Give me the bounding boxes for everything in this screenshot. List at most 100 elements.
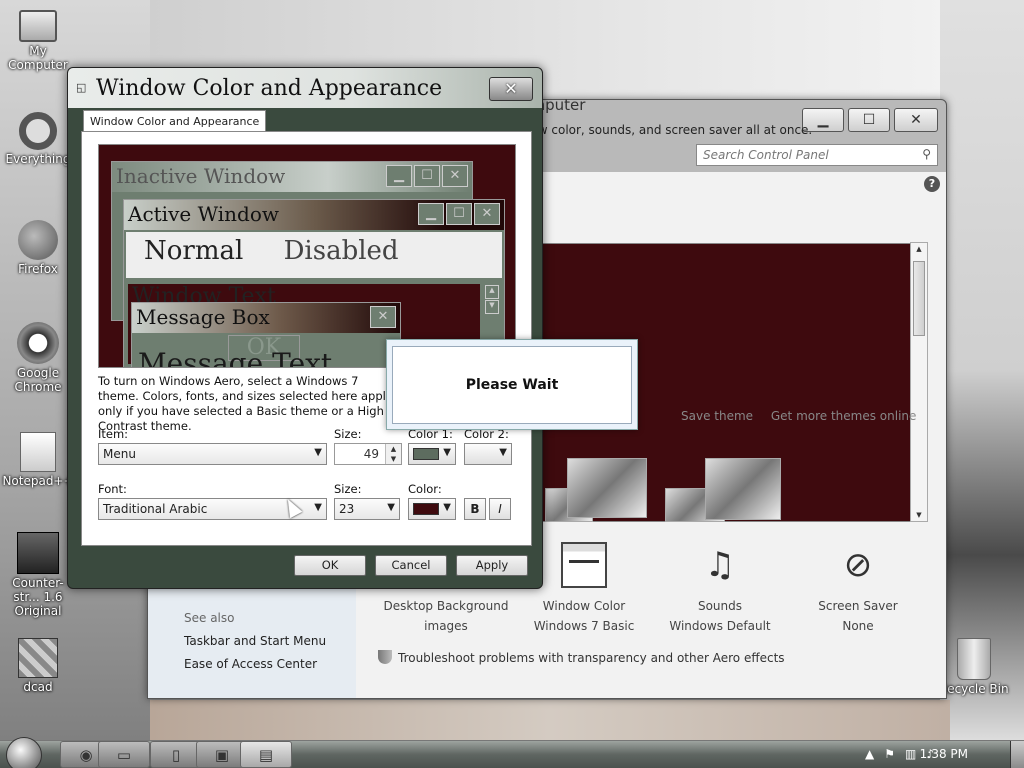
taskbar-start-menu-link[interactable]: Taskbar and Start Menu xyxy=(184,634,326,648)
sounds-option[interactable]: ♫ Sounds Windows Default xyxy=(650,540,790,636)
search-icon: ⚲ xyxy=(922,147,931,161)
message-box-text: Message Box xyxy=(136,305,270,329)
option-name: Sounds xyxy=(697,599,743,613)
maximize-button[interactable]: ☐ xyxy=(848,108,890,132)
font-size-select[interactable]: 23 ▼ xyxy=(334,498,400,520)
theme-links: Save theme Get more themes online xyxy=(681,409,930,423)
option-value: images xyxy=(424,619,468,633)
scroll-up-icon: ▲ xyxy=(485,285,499,299)
desktop-icon-label: Notepad++ xyxy=(2,474,74,488)
scroll-up-icon[interactable]: ▲ xyxy=(913,245,925,253)
chevron-down-icon: ▼ xyxy=(443,502,451,513)
desktop-icon-dcad[interactable]: dcad xyxy=(0,638,76,694)
color1-swatch xyxy=(413,448,439,460)
get-more-themes-link[interactable]: Get more themes online xyxy=(771,409,917,423)
tab-window-color[interactable]: Window Color and Appearance xyxy=(83,110,267,132)
cancel-button[interactable]: Cancel xyxy=(375,555,447,576)
color1-picker[interactable]: ▼ xyxy=(408,443,456,465)
folder-icon: ▭ xyxy=(116,745,132,764)
ok-button[interactable]: OK xyxy=(294,555,366,576)
desktop-icon-label: My Computer xyxy=(8,44,68,72)
desktop-icon-my-computer[interactable]: My Computer xyxy=(0,10,76,72)
chevron-up-icon[interactable]: ▲ xyxy=(386,444,401,454)
tray-expand-icon[interactable]: ▲ xyxy=(865,747,874,761)
dialog-title: Window Color and Appearance xyxy=(96,76,443,101)
minimize-icon: ▁ xyxy=(386,165,412,187)
option-name: Screen Saver xyxy=(818,599,898,613)
desktop-icon-label: Counter-str... 1.6 Original xyxy=(12,576,64,618)
stepper-arrows[interactable]: ▲ ▼ xyxy=(385,444,401,464)
please-wait-dialog: Please Wait xyxy=(386,339,638,430)
help-icon[interactable]: ? xyxy=(924,176,940,192)
chevron-down-icon: ▼ xyxy=(499,447,507,458)
action-center-icon[interactable]: ⚑ xyxy=(884,747,895,761)
item-size-stepper[interactable]: 49 ▲ ▼ xyxy=(334,443,402,465)
network-icon[interactable]: ▥ xyxy=(905,747,916,761)
desktop-icon-label: Google Chrome xyxy=(14,366,62,394)
maximize-icon: ☐ xyxy=(446,203,472,225)
bold-button[interactable]: B xyxy=(464,498,486,520)
scroll-down-icon[interactable]: ▼ xyxy=(913,511,925,519)
theme-thumbnail[interactable] xyxy=(567,458,647,518)
desktop-icon-recycle-bin[interactable]: Recycle Bin xyxy=(936,638,1012,696)
item-size-value: 49 xyxy=(363,447,379,461)
dialog-close-button[interactable]: ✕ xyxy=(489,77,533,101)
desktop-icon-notepad[interactable]: Notepad++ xyxy=(0,432,76,488)
apply-button[interactable]: Apply xyxy=(456,555,528,576)
preview-menu-bar[interactable]: Normal Disabled xyxy=(126,232,502,278)
app-icon: ▣ xyxy=(214,745,230,764)
scroll-down-icon: ▼ xyxy=(485,300,499,314)
font-value: Traditional Arabic xyxy=(103,502,208,516)
aero-description: To turn on Windows Aero, select a Window… xyxy=(98,374,393,433)
preview-inactive-caption: ▁ ☐ ✕ xyxy=(386,165,468,187)
screen-saver-option[interactable]: ⊘ Screen Saver None xyxy=(788,540,928,636)
troubleshoot-link[interactable]: Troubleshoot problems with transparency … xyxy=(378,650,785,665)
font-color-swatch xyxy=(413,503,439,515)
troubleshoot-text: Troubleshoot problems with transparency … xyxy=(398,651,785,665)
taskbar-control-panel-button[interactable]: ▤ xyxy=(240,741,292,768)
item-label: Item: xyxy=(98,427,129,441)
preview-message-text: Message Text xyxy=(138,347,333,368)
chevron-down-icon: ▼ xyxy=(387,502,395,513)
option-name: Desktop Background xyxy=(383,599,509,613)
save-theme-link[interactable]: Save theme xyxy=(681,409,753,423)
start-button[interactable] xyxy=(6,737,42,768)
desktop-icon-firefox[interactable]: Firefox xyxy=(0,220,76,276)
themes-scrollbar[interactable]: ▲ ▼ xyxy=(910,242,928,522)
taskbar-notepad-button[interactable]: ▯ xyxy=(150,741,202,768)
caption-buttons: ▁ ☐ ✕ xyxy=(802,108,938,132)
window-color-appearance-dialog: ◱ Window Color and Appearance ✕ Window C… xyxy=(67,67,543,589)
desktop-icon-counter-strike[interactable]: Counter-str... 1.6 Original xyxy=(0,532,76,618)
show-desktop-button[interactable] xyxy=(1010,741,1024,768)
maximize-icon: ☐ xyxy=(414,165,440,187)
item-select[interactable]: Menu ▼ xyxy=(98,443,327,465)
theme-thumbnail[interactable] xyxy=(705,458,781,520)
desktop-icon-everything[interactable]: Everything xyxy=(0,112,76,166)
search-input[interactable]: Search Control Panel ⚲ xyxy=(696,144,938,166)
font-color-picker[interactable]: ▼ xyxy=(408,498,456,520)
inactive-window-text: Inactive Window xyxy=(116,164,286,188)
magnifier-icon xyxy=(19,112,57,150)
ease-of-access-link[interactable]: Ease of Access Center xyxy=(184,657,317,671)
desktop-icon-label: Firefox xyxy=(18,262,58,276)
counter-strike-icon xyxy=(17,532,59,574)
scroll-thumb[interactable] xyxy=(913,261,925,336)
taskbar-clock[interactable]: 1:38 PM xyxy=(920,747,968,761)
option-value: Windows 7 Basic xyxy=(533,619,635,633)
minimize-icon: ▁ xyxy=(817,112,829,128)
chevron-down-icon[interactable]: ▼ xyxy=(386,454,401,464)
desktop-icon-google-chrome[interactable]: Google Chrome xyxy=(0,322,76,394)
preview-message-box[interactable]: Message Box ✕ OK Message Text xyxy=(131,302,401,368)
document-icon: ▯ xyxy=(171,745,181,764)
appearance-preview[interactable]: Inactive Window ▁ ☐ ✕ Active Window ▁ ☐ … xyxy=(98,144,516,368)
preview-active-caption: ▁ ☐ ✕ xyxy=(418,203,500,225)
desktop-icon-label: Everything xyxy=(5,152,71,166)
italic-button[interactable]: I xyxy=(489,498,511,520)
color2-picker[interactable]: ▼ xyxy=(464,443,512,465)
close-icon: ✕ xyxy=(370,306,396,328)
item-size-label: Size: xyxy=(334,427,362,441)
close-button[interactable]: ✕ xyxy=(894,108,938,132)
taskbar-explorer-button[interactable]: ▭ xyxy=(98,741,150,768)
close-icon: ✕ xyxy=(474,203,500,225)
font-label: Font: xyxy=(98,482,127,496)
